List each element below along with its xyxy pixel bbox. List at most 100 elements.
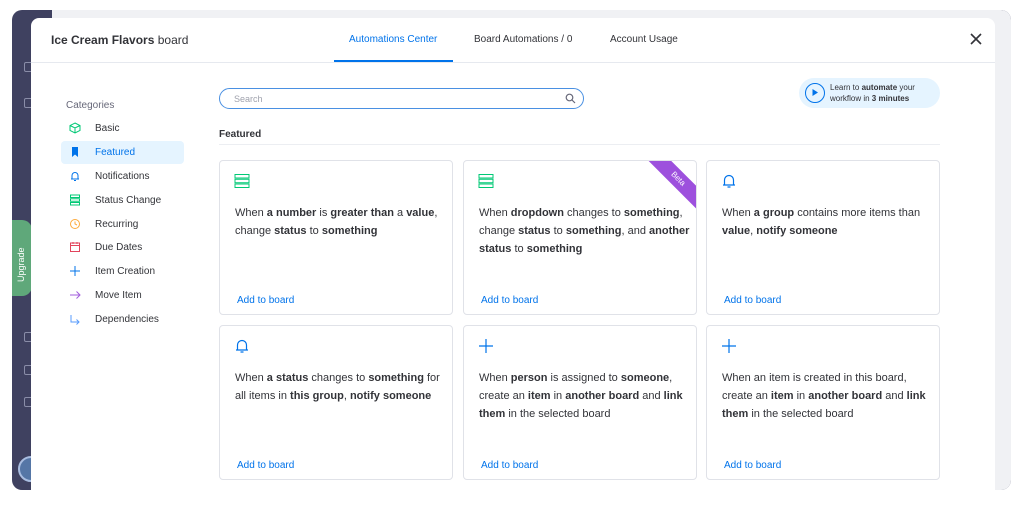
category-recurring[interactable]: Recurring [61, 213, 184, 236]
upgrade-button[interactable]: Upgrade [12, 220, 32, 296]
status-icon [234, 174, 250, 188]
add-to-board-button[interactable]: Add to board [724, 460, 781, 471]
learn-text: Learn to automate your workflow in 3 min… [830, 83, 915, 103]
add-to-board-button[interactable]: Add to board [724, 295, 781, 306]
recipe-keyword: something [526, 243, 583, 255]
section-title: Featured [219, 129, 262, 140]
category-move-item[interactable]: Move Item [61, 284, 184, 307]
recipe-fragment: in [793, 390, 809, 402]
recipe-keyword: notify [349, 390, 380, 402]
recipe-fragment: When [479, 207, 511, 219]
cube-icon [69, 122, 81, 134]
category-label: Status Change [95, 195, 162, 206]
close-icon[interactable] [969, 32, 983, 46]
bookmark-icon [69, 146, 81, 158]
search-input[interactable] [234, 93, 534, 105]
calendar-icon [69, 241, 81, 253]
recipe-keyword: item [527, 390, 551, 402]
add-to-board-button[interactable]: Add to board [237, 295, 294, 306]
recipe-keyword: something [565, 225, 622, 237]
learn-video-link[interactable]: Learn to automate your workflow in 3 min… [799, 78, 940, 108]
recipe-keyword: something [321, 225, 378, 237]
recipe-keyword: a status [266, 372, 309, 384]
recipe-text: When person is assigned to someone, crea… [479, 369, 691, 423]
recipe-fragment: to [550, 225, 566, 237]
modal-header: Ice Cream Flavors board Automations Cent… [31, 18, 995, 63]
category-featured[interactable]: Featured [61, 141, 184, 164]
recipe-fragment: changes to [563, 207, 624, 219]
status-icon [478, 174, 494, 188]
recipe-card[interactable]: When a group contains more items than va… [706, 160, 940, 315]
recipe-keyword: status [518, 225, 551, 237]
recipe-fragment: in the selected board [505, 408, 611, 420]
recipe-keyword: notify someone [756, 225, 838, 237]
recipe-fragment: When [235, 372, 267, 384]
category-label: Move Item [95, 290, 142, 301]
recipe-keyword: someone [382, 390, 432, 402]
recipe-keyword: a group [753, 207, 795, 219]
tab-account-usage[interactable]: Account Usage [610, 34, 678, 45]
category-notifications[interactable]: Notifications [61, 165, 184, 188]
recipe-card[interactable]: When an item is created in this board, c… [706, 325, 940, 480]
dependency-icon [69, 313, 81, 325]
search-box [219, 88, 584, 109]
recipe-keyword: a number [266, 207, 317, 219]
bell-icon [69, 170, 81, 182]
automations-modal: Ice Cream Flavors board Automations Cent… [31, 18, 995, 490]
recipe-fragment: When [722, 207, 754, 219]
recipe-text: When a number is greater than a value, c… [235, 204, 447, 240]
category-label: Featured [95, 147, 136, 158]
recipe-keyword: something [623, 207, 680, 219]
tab-board-automations[interactable]: Board Automations / 0 [474, 34, 572, 45]
recipe-fragment: is assigned to [547, 372, 621, 384]
plus-icon [479, 339, 493, 353]
recipe-keyword: dropdown [510, 207, 564, 219]
clock-icon [69, 218, 81, 230]
recipe-card[interactable]: When person is assigned to someone, crea… [463, 325, 697, 480]
recipe-text: When a status changes to something for a… [235, 369, 447, 405]
recipe-fragment: in [550, 390, 566, 402]
categories-title: Categories [66, 100, 115, 111]
add-to-board-button[interactable]: Add to board [481, 460, 538, 471]
category-basic[interactable]: Basic [61, 117, 184, 140]
tab-automations-center[interactable]: Automations Center [349, 34, 437, 45]
recipe-card[interactable]: When a status changes to something for a… [219, 325, 453, 480]
category-item-creation[interactable]: Item Creation [61, 260, 184, 283]
recipe-keyword: another board [808, 390, 883, 402]
recipe-keyword: person [510, 372, 548, 384]
recipe-fragment: changes to [308, 372, 369, 384]
recipe-keyword: greater than [330, 207, 394, 219]
recipe-keyword: something [368, 372, 424, 384]
recipe-fragment: and [882, 390, 907, 402]
recipe-text: When dropdown changes to something, chan… [479, 204, 691, 258]
recipe-fragment: When [235, 207, 267, 219]
recipe-keyword: this group [290, 390, 344, 402]
category-label: Item Creation [95, 266, 156, 277]
category-label: Recurring [95, 219, 139, 230]
recipe-keyword: item [770, 390, 794, 402]
add-to-board-button[interactable]: Add to board [481, 295, 538, 306]
add-to-board-button[interactable]: Add to board [237, 460, 294, 471]
recipe-card[interactable]: When a number is greater than a value, c… [219, 160, 453, 315]
category-due-dates[interactable]: Due Dates [61, 236, 184, 259]
upgrade-label: Upgrade [16, 247, 26, 282]
bell-icon [236, 339, 248, 353]
play-icon [805, 83, 825, 103]
section-divider [219, 144, 940, 145]
category-label: Due Dates [95, 242, 143, 253]
arrow-right-icon [69, 289, 81, 301]
recipe-fragment: in the selected board [748, 408, 854, 420]
recipe-keyword: status [274, 225, 307, 237]
plus-icon [69, 265, 81, 277]
recipe-fragment: and [639, 390, 664, 402]
category-status-change[interactable]: Status Change [61, 189, 184, 212]
category-dependencies[interactable]: Dependencies [61, 308, 184, 331]
recipe-fragment: to [306, 225, 322, 237]
search-icon[interactable] [565, 93, 576, 104]
category-label: Basic [95, 123, 120, 134]
status-icon [69, 194, 81, 206]
recipe-card[interactable]: Beta When dropdown changes to something,… [463, 160, 697, 315]
recipe-keyword: another board [565, 390, 640, 402]
board-title: Ice Cream Flavors board [51, 33, 189, 47]
recipe-text: When a group contains more items than va… [722, 204, 934, 240]
